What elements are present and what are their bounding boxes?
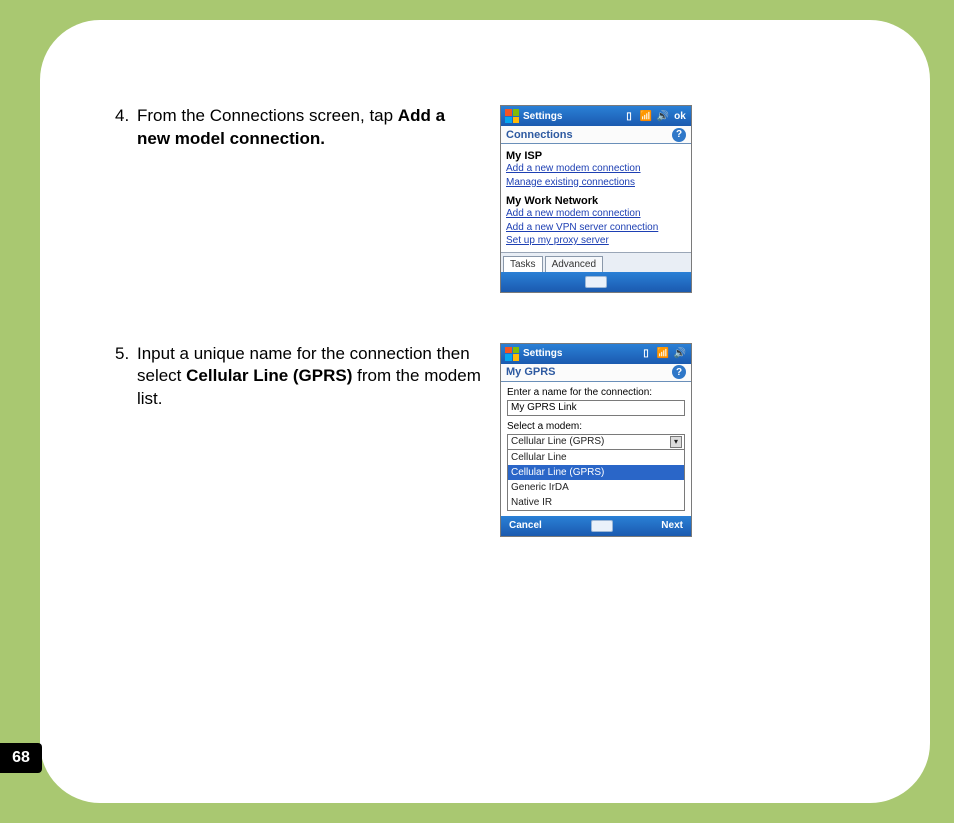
page-number: 68 (0, 743, 42, 773)
volume-icon[interactable]: 🔊 (673, 347, 687, 361)
modem-dropdown: Cellular Line Cellular Line (GPRS) Gener… (507, 450, 685, 511)
volume-icon[interactable]: 🔊 (656, 109, 670, 123)
work-add-vpn-link[interactable]: Add a new VPN server connection (506, 221, 686, 235)
step-4-number: 4. (115, 105, 137, 151)
tab-advanced[interactable]: Advanced (545, 256, 603, 272)
modem-option[interactable]: Cellular Line (508, 450, 684, 465)
pda1-subbar: Connections ? (501, 126, 691, 144)
help-icon[interactable]: ? (672, 128, 686, 142)
modem-combo[interactable]: Cellular Line (GPRS) ▾ Cellular Line Cel… (507, 434, 685, 511)
cancel-button[interactable]: Cancel (509, 520, 542, 531)
pda1-titlebar: Settings ▯ 📶 🔊 ok (501, 106, 691, 126)
my-isp-heading: My ISP (506, 150, 686, 162)
step-5-number: 5. (115, 343, 137, 412)
modem-option[interactable]: Native IR (508, 495, 684, 510)
select-modem-label: Select a modem: (507, 421, 685, 432)
pda2-body: Enter a name for the connection: Select … (501, 382, 691, 516)
step-4-text: 4. From the Connections screen, tap Add … (115, 105, 500, 151)
page-number-value: 68 (12, 749, 30, 767)
modem-combo-value: Cellular Line (GPRS) (511, 436, 604, 447)
pda1-tabs: Tasks Advanced (501, 252, 691, 272)
pda2-title: Settings (523, 348, 562, 359)
pda2-subtitle: My GPRS (506, 366, 556, 378)
modem-option[interactable]: Generic IrDA (508, 480, 684, 495)
next-button[interactable]: Next (661, 520, 683, 531)
signal-icon[interactable]: 📶 (639, 109, 653, 123)
connection-name-label: Enter a name for the connection: (507, 387, 685, 398)
step-4-row: 4. From the Connections screen, tap Add … (115, 105, 905, 293)
ok-icon[interactable]: ok (673, 109, 687, 123)
pda1-title: Settings (523, 111, 562, 122)
tab-tasks[interactable]: Tasks (503, 256, 543, 272)
pda1-body: My ISP Add a new modem connection Manage… (501, 144, 691, 252)
pda2-titlebar: Settings ▯ 📶 🔊 (501, 344, 691, 364)
pda1-subtitle: Connections (506, 129, 573, 141)
step-5-bold: Cellular Line (GPRS) (186, 366, 352, 385)
connectivity-icon[interactable]: ▯ (622, 109, 636, 123)
windows-icon (505, 347, 519, 361)
page-card: 4. From the Connections screen, tap Add … (40, 20, 930, 803)
pda2-bottombar: Cancel Next (501, 516, 691, 536)
work-proxy-link[interactable]: Set up my proxy server (506, 234, 686, 248)
keyboard-icon[interactable] (591, 520, 613, 532)
modem-option-selected[interactable]: Cellular Line (GPRS) (508, 465, 684, 480)
help-icon[interactable]: ? (672, 365, 686, 379)
keyboard-icon[interactable] (585, 276, 607, 288)
modem-combo-box[interactable]: Cellular Line (GPRS) ▾ (507, 434, 685, 450)
step-4-body: From the Connections screen, tap Add a n… (137, 105, 482, 151)
step-4-pre: From the Connections screen, tap (137, 106, 398, 125)
isp-manage-link[interactable]: Manage existing connections (506, 176, 686, 190)
pda1-bottombar (501, 272, 691, 292)
work-add-modem-link[interactable]: Add a new modem connection (506, 207, 686, 221)
windows-icon (505, 109, 519, 123)
screenshot-connections: Settings ▯ 📶 🔊 ok Connections ? My ISP A… (500, 105, 692, 293)
chevron-down-icon[interactable]: ▾ (670, 436, 682, 448)
my-work-heading: My Work Network (506, 195, 686, 207)
signal-icon[interactable]: 📶 (656, 347, 670, 361)
step-5-text: 5. Input a unique name for the connectio… (115, 343, 500, 412)
pda2-subbar: My GPRS ? (501, 364, 691, 382)
content-area: 4. From the Connections screen, tap Add … (115, 105, 905, 587)
isp-add-modem-link[interactable]: Add a new modem connection (506, 162, 686, 176)
step-5-row: 5. Input a unique name for the connectio… (115, 343, 905, 537)
screenshot-new-connection: Settings ▯ 📶 🔊 My GPRS ? Enter a name fo… (500, 343, 692, 537)
connectivity-icon[interactable]: ▯ (639, 347, 653, 361)
connection-name-input[interactable] (507, 400, 685, 416)
step-5-body: Input a unique name for the connection t… (137, 343, 482, 412)
